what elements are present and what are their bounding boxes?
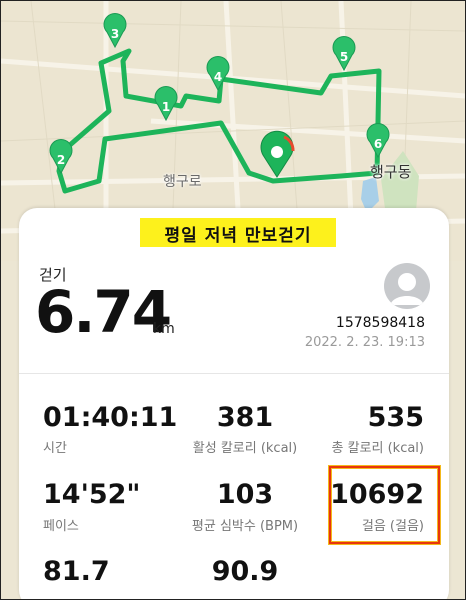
waypoint-label-5: 5 <box>340 50 348 64</box>
duration-label: 시간 <box>43 441 67 456</box>
row3-left-value: 81.7 <box>43 556 110 587</box>
workout-detail-screen: 1 2 3 4 5 6 행구로 행구동 평일 저녁 만보걷기 걷기 6.74 k… <box>0 0 466 600</box>
avg-heart-rate-label: 평균 심박수 (BPM) <box>191 519 299 534</box>
duration-value: 01:40:11 <box>43 402 178 433</box>
waypoint-label-4: 4 <box>214 70 222 84</box>
active-calories-value: 381 <box>216 402 274 433</box>
workout-date: 2022. 2. 23. 19:13 <box>304 335 425 350</box>
total-calories-value: 535 <box>367 402 424 433</box>
user-avatar-icon <box>390 273 424 305</box>
map-area-label: 행구동 <box>370 163 412 181</box>
user-avatar[interactable] <box>384 263 430 309</box>
workout-title-highlight: 평일 저녁 만보걷기 <box>140 218 336 247</box>
waypoint-marker-5[interactable]: 5 <box>332 36 356 72</box>
avg-heart-rate-value: 103 <box>216 479 274 510</box>
distance-unit: km <box>153 321 175 337</box>
row3-center-value: 90.9 <box>211 556 279 587</box>
pace-value: 14'52" <box>43 479 141 510</box>
pace-label: 페이스 <box>43 519 79 534</box>
waypoint-label-2: 2 <box>57 153 65 167</box>
steps-highlight-box <box>329 466 440 544</box>
waypoint-marker-4[interactable]: 4 <box>206 56 230 92</box>
map-road-label: 행구로 <box>163 174 202 190</box>
waypoint-marker-6[interactable]: 6 <box>366 123 390 159</box>
waypoint-label-1: 1 <box>162 100 170 114</box>
card-divider <box>19 373 449 374</box>
start-location-pin-icon[interactable] <box>260 130 295 178</box>
total-calories-label: 총 칼로리 (kcal) <box>331 441 424 456</box>
user-id: 1578598418 <box>335 315 425 331</box>
waypoint-label-6: 6 <box>374 137 382 151</box>
waypoint-marker-2[interactable]: 2 <box>49 139 73 175</box>
distance-value: 6.74 <box>35 278 172 346</box>
active-calories-label: 활성 칼로리 (kcal) <box>192 441 298 456</box>
workout-title[interactable]: 평일 저녁 만보걷기 <box>140 221 336 246</box>
waypoint-marker-1[interactable]: 1 <box>154 75 178 122</box>
waypoint-label-3: 3 <box>111 27 119 41</box>
